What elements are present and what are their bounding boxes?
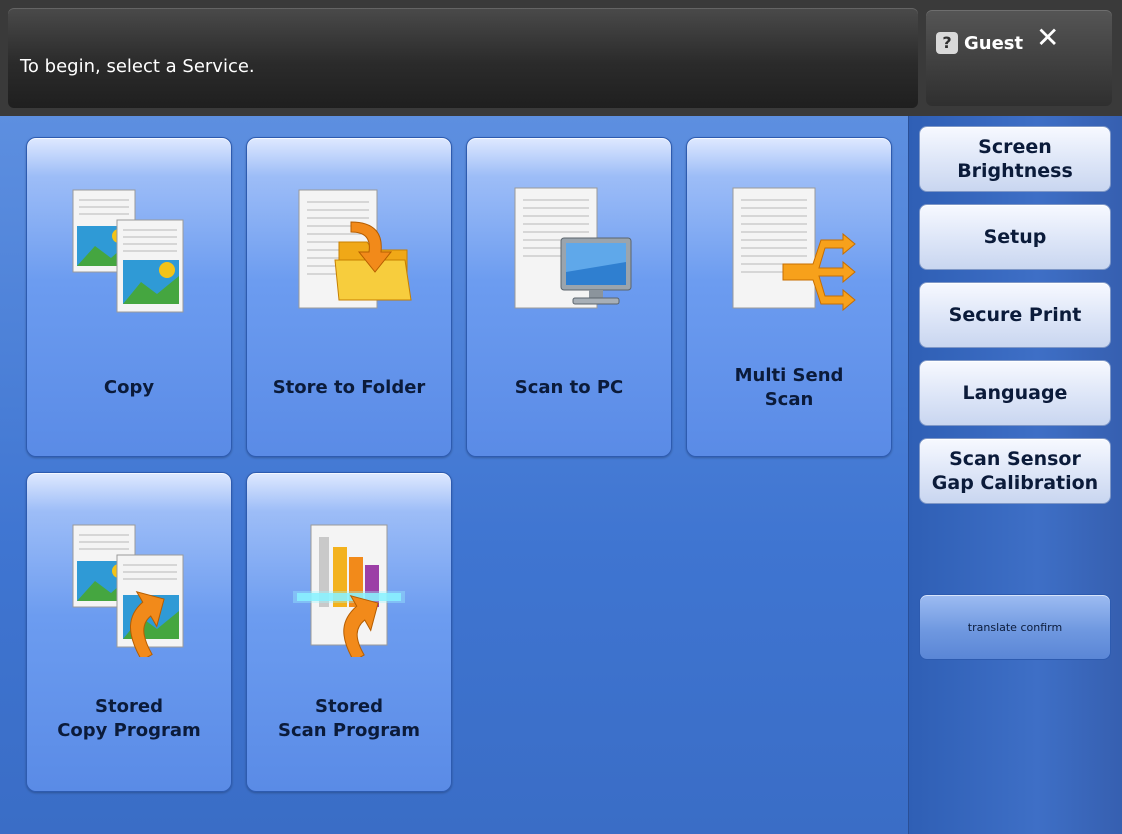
screen-brightness-button[interactable]: Screen Brightness	[919, 126, 1111, 192]
stored-copy-program-icon	[72, 524, 184, 657]
service-copy[interactable]: Copy	[26, 137, 232, 457]
store-to-folder-icon	[298, 189, 412, 309]
user-icon: ?	[936, 32, 958, 54]
service-label: Stored Copy Program	[57, 696, 201, 741]
multi-send-scan-icon	[732, 187, 856, 312]
service-store-to-folder[interactable]: Store to Folder	[246, 137, 452, 457]
stored-scan-program-icon	[293, 524, 405, 657]
service-label: Stored Scan Program	[278, 696, 420, 741]
service-label: Multi Send Scan	[734, 365, 844, 410]
translate-confirm-button[interactable]: translate confirm	[919, 594, 1111, 660]
message-panel: To begin, select a Service.	[8, 8, 918, 108]
user-panel[interactable]: ? Guest ✕	[926, 10, 1112, 106]
setup-button[interactable]: Setup	[919, 204, 1111, 270]
service-label: Scan to PC	[514, 377, 624, 398]
service-stored-scan-program[interactable]: Stored Scan Program	[246, 472, 452, 792]
language-button[interactable]: Language	[919, 360, 1111, 426]
secure-print-button[interactable]: Secure Print	[919, 282, 1111, 348]
logout-icon[interactable]: ✕	[1036, 24, 1059, 52]
instruction-message: To begin, select a Service.	[20, 56, 255, 77]
header-bar: To begin, select a Service. ? Guest ✕	[0, 0, 1122, 116]
scan-sensor-gap-calibration-button[interactable]: Scan Sensor Gap Calibration	[919, 438, 1111, 504]
scan-to-pc-icon	[514, 187, 632, 309]
service-multi-send-scan[interactable]: Multi Send Scan	[686, 137, 892, 457]
service-label: Copy	[103, 377, 155, 398]
user-name: Guest	[964, 33, 1024, 54]
service-scan-to-pc[interactable]: Scan to PC	[466, 137, 672, 457]
copy-icon	[72, 189, 184, 313]
service-label: Store to Folder	[272, 377, 426, 398]
service-stored-copy-program[interactable]: Stored Copy Program	[26, 472, 232, 792]
